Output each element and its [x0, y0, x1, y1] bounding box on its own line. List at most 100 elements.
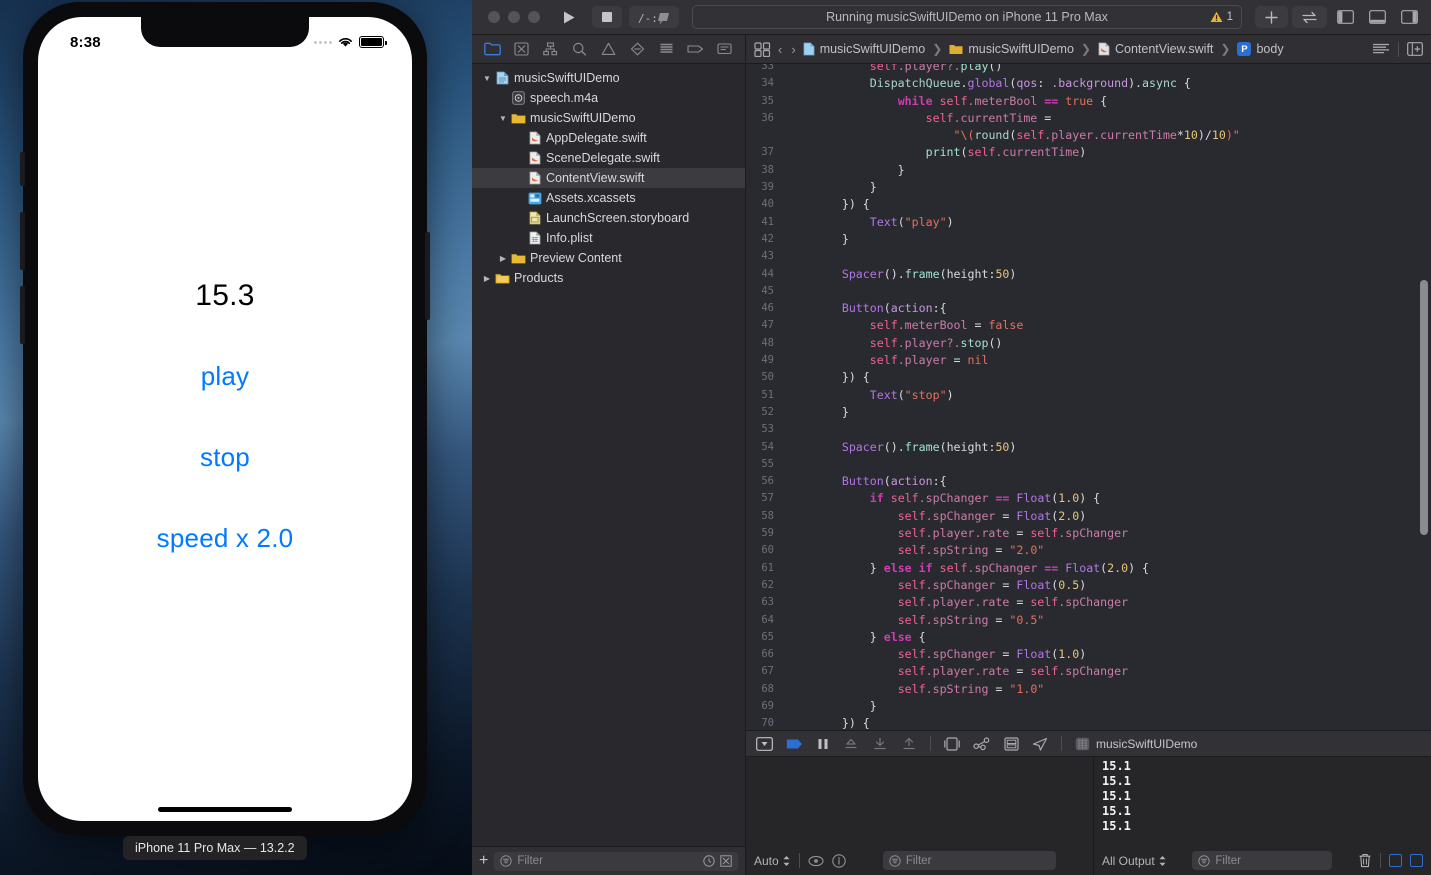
console-view[interactable]: 15.1 15.1 15.1 15.1 15.1 All Output Filt… — [1094, 757, 1431, 875]
speed-button[interactable]: speed x 2.0 — [157, 523, 294, 554]
navigator-item-musicswiftuidemo[interactable]: ▼ musicSwiftUIDemo — [472, 68, 745, 88]
navigator-tab-breakpoints[interactable] — [626, 39, 650, 59]
variables-view[interactable]: Auto Filter — [746, 757, 1094, 875]
breadcrumb-item-symbol[interactable]: P body — [1237, 42, 1284, 56]
add-file-button[interactable]: + — [479, 853, 488, 869]
simulator-screen[interactable]: 8:38 15.3 play stop speed x 2.0 — [38, 17, 412, 821]
environment-overrides-icon[interactable] — [1004, 736, 1019, 751]
code-line[interactable]: 56 Button(action:{ — [746, 473, 1431, 490]
variables-scope-selector[interactable]: Auto — [754, 854, 791, 868]
code-line[interactable]: 68 self.spString = "1.0" — [746, 681, 1431, 698]
code-line[interactable]: 62 self.spChanger = Float(0.5) — [746, 577, 1431, 594]
code-line[interactable]: 50 }) { — [746, 369, 1431, 386]
code-line[interactable]: 49 self.player = nil — [746, 352, 1431, 369]
disclosure-triangle-collapsed-icon[interactable]: ▶ — [480, 274, 494, 283]
toggle-navigator-button[interactable] — [1331, 6, 1359, 28]
scheme-selector[interactable]: /-:) — [629, 6, 679, 28]
related-items-icon[interactable] — [754, 41, 771, 57]
code-line[interactable]: 53 — [746, 421, 1431, 438]
volume-up-button[interactable] — [20, 212, 25, 270]
code-lines-container[interactable]: 33 self.player?.play() 34 DispatchQueue.g… — [746, 64, 1431, 730]
info-icon[interactable] — [831, 853, 846, 868]
memory-graph-icon[interactable] — [973, 736, 991, 751]
code-line[interactable]: 39 } — [746, 179, 1431, 196]
breadcrumb-item-group[interactable]: musicSwiftUIDemo — [949, 42, 1074, 56]
navigator-item-assets-xcassets[interactable]: Assets.xcassets — [472, 188, 745, 208]
navigator-tab-issues[interactable] — [597, 39, 621, 59]
source-control-filter-icon[interactable] — [720, 855, 732, 867]
code-line[interactable]: 57 if self.spChanger == Float(1.0) { — [746, 490, 1431, 507]
navigator-item-speech-m4a[interactable]: speech.m4a — [472, 88, 745, 108]
variables-filter-field[interactable]: Filter — [882, 851, 1056, 870]
code-line[interactable]: 34 DispatchQueue.global(qos: .background… — [746, 75, 1431, 92]
window-traffic-lights[interactable] — [480, 11, 546, 23]
code-line[interactable]: 54 Spacer().frame(height:50) — [746, 439, 1431, 456]
console-scope-selector[interactable]: All Output — [1102, 854, 1167, 868]
iphone-simulator-window[interactable]: 8:38 15.3 play stop speed x 2.0 — [20, 2, 430, 836]
navigate-back-button[interactable]: ‹ — [776, 42, 784, 57]
disclosure-triangle-collapsed-icon[interactable]: ▶ — [496, 254, 510, 263]
silent-switch[interactable] — [20, 152, 25, 186]
console-output[interactable]: 15.1 15.1 15.1 15.1 15.1 — [1094, 757, 1431, 846]
run-button[interactable] — [553, 6, 585, 28]
code-line[interactable]: 47 self.meterBool = false — [746, 317, 1431, 334]
maximize-window-button[interactable] — [528, 11, 540, 23]
stop-button-toolbar[interactable] — [592, 6, 622, 28]
navigator-tab-tags[interactable] — [684, 39, 708, 59]
warning-indicator[interactable]: 1 — [1210, 11, 1233, 23]
close-window-button[interactable] — [488, 11, 500, 23]
source-editor[interactable]: 33 self.player?.play() 34 DispatchQueue.g… — [746, 64, 1431, 730]
breadcrumb-item-project[interactable]: musicSwiftUIDemo — [803, 42, 925, 56]
step-out-icon[interactable] — [901, 737, 917, 751]
code-line[interactable]: 58 self.spChanger = Float(2.0) — [746, 508, 1431, 525]
minimap-icon[interactable] — [1372, 42, 1390, 56]
pause-icon[interactable] — [816, 737, 830, 751]
navigator-item-info-plist[interactable]: Info.plist — [472, 228, 745, 248]
code-line[interactable]: 44 Spacer().frame(height:50) — [746, 266, 1431, 283]
code-line[interactable]: 38 } — [746, 162, 1431, 179]
navigator-item-musicswiftuidemo[interactable]: ▼ musicSwiftUIDemo — [472, 108, 745, 128]
breadcrumb-item-file[interactable]: ContentView.swift — [1098, 42, 1213, 56]
code-line[interactable]: 40 }) { — [746, 196, 1431, 213]
show-console-only-button[interactable] — [1410, 854, 1424, 867]
code-line[interactable]: "\(round(self.player.currentTime*10)/10)… — [746, 127, 1431, 144]
show-variables-only-button[interactable] — [1389, 854, 1403, 867]
code-line[interactable]: 69 } — [746, 698, 1431, 715]
add-editor-icon[interactable] — [1407, 42, 1423, 56]
navigator-item-scenedelegate-swift[interactable]: SceneDelegate.swift — [472, 148, 745, 168]
code-line[interactable]: 35 while self.meterBool == true { — [746, 93, 1431, 110]
power-button[interactable] — [425, 232, 430, 320]
step-into-icon[interactable] — [872, 737, 888, 751]
navigator-tab-source-control[interactable] — [510, 39, 534, 59]
code-line[interactable]: 37 print(self.currentTime) — [746, 144, 1431, 161]
simulate-location-icon[interactable] — [1032, 737, 1048, 751]
breakpoints-activate-icon[interactable] — [786, 737, 803, 751]
code-line[interactable]: 67 self.player.rate = self.spChanger — [746, 663, 1431, 680]
navigator-item-products[interactable]: ▶ Products — [472, 268, 745, 288]
code-line[interactable]: 42 } — [746, 231, 1431, 248]
code-line[interactable]: 45 — [746, 283, 1431, 300]
code-line[interactable]: 61 } else if self.spChanger == Float(2.0… — [746, 560, 1431, 577]
code-line[interactable]: 36 self.currentTime = — [746, 110, 1431, 127]
disclosure-triangle-expanded-icon[interactable]: ▼ — [480, 74, 494, 83]
navigator-item-preview-content[interactable]: ▶ Preview Content — [472, 248, 745, 268]
navigate-forward-button[interactable]: › — [789, 42, 797, 57]
code-line[interactable]: 63 self.player.rate = self.spChanger — [746, 594, 1431, 611]
code-line[interactable]: 55 — [746, 456, 1431, 473]
navigator-tab-search[interactable] — [568, 39, 592, 59]
code-line[interactable]: 59 self.player.rate = self.spChanger — [746, 525, 1431, 542]
navigator-item-launchscreen-storyboard[interactable]: LaunchScreen.storyboard — [472, 208, 745, 228]
recent-files-icon[interactable] — [703, 855, 715, 867]
project-navigator-tree[interactable]: ▼ musicSwiftUIDemo speech.m4a ▼ musicSwiftUI… — [472, 64, 745, 846]
navigator-item-appdelegate-swift[interactable]: AppDelegate.swift — [472, 128, 745, 148]
code-line[interactable]: 60 self.spString = "2.0" — [746, 542, 1431, 559]
navigator-tab-comments[interactable] — [713, 39, 737, 59]
minimize-window-button[interactable] — [508, 11, 520, 23]
code-line[interactable]: 48 self.player?.stop() — [746, 335, 1431, 352]
play-button[interactable]: play — [201, 361, 250, 392]
code-line[interactable]: 41 Text("play") — [746, 214, 1431, 231]
navigator-item-contentview-swift[interactable]: ContentView.swift — [472, 168, 745, 188]
navigator-tab-hierarchy[interactable] — [539, 39, 563, 59]
step-over-icon[interactable] — [843, 737, 859, 751]
disclosure-triangle-expanded-icon[interactable]: ▼ — [496, 114, 510, 123]
